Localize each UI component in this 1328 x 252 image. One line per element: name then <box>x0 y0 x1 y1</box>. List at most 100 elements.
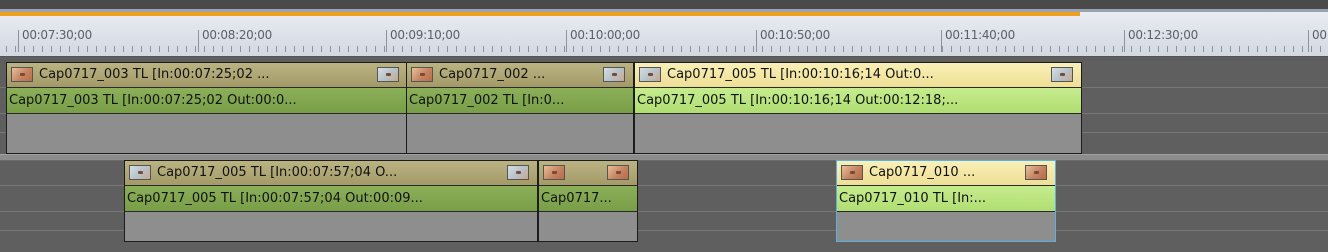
ruler-minor-tick <box>573 46 574 52</box>
clip-audio-strip <box>635 114 1081 153</box>
ruler-minor-tick <box>249 46 250 52</box>
ruler-minor-tick <box>825 46 826 52</box>
ruler-minor-tick <box>1275 46 1276 52</box>
ruler-minor-tick <box>591 46 592 52</box>
ruler-minor-tick <box>69 46 70 52</box>
clip-header[interactable]: Cap0717_005 TL [In:00:10:16;14 Out:0... <box>635 63 1081 88</box>
ruler-minor-tick <box>510 46 511 52</box>
ruler-minor-tick <box>807 46 808 52</box>
ruler-minor-tick <box>357 46 358 52</box>
ruler-minor-tick <box>996 46 997 52</box>
ruler-minor-tick <box>582 46 583 52</box>
ruler-minor-tick <box>330 46 331 52</box>
ruler-minor-tick <box>744 46 745 52</box>
ruler-minor-tick <box>60 46 61 52</box>
ruler-minor-tick <box>1266 46 1267 52</box>
ruler-minor-tick <box>1230 46 1231 52</box>
ruler-minor-tick <box>195 46 196 52</box>
ruler-minor-tick <box>366 46 367 52</box>
ruler-minor-tick <box>474 46 475 52</box>
ruler-minor-tick <box>1122 46 1123 52</box>
ruler-minor-tick <box>816 46 817 52</box>
clip-title: Cap0717_003 TL [In:00:07:25;02 ... <box>39 67 270 82</box>
ruler-minor-tick <box>213 46 214 52</box>
ruler-major-tick <box>18 30 19 52</box>
ruler-minor-tick <box>753 46 754 52</box>
ruler-minor-tick <box>1158 46 1159 52</box>
ruler-minor-tick <box>546 46 547 52</box>
ruler-minor-tick <box>186 46 187 52</box>
clip-body[interactable]: Cap0717_005 TL [In:00:10:16;14 Out:00:12… <box>635 88 1081 114</box>
ruler-major-tick <box>756 30 757 52</box>
ruler-minor-tick <box>1032 46 1033 52</box>
ruler-minor-tick <box>942 46 943 52</box>
ruler-minor-tick <box>789 46 790 52</box>
render-progress-bar <box>0 12 1080 16</box>
ruler-minor-tick <box>645 46 646 52</box>
ruler-minor-tick <box>393 46 394 52</box>
clip-body[interactable]: Cap0717_010 TL [In:... <box>837 186 1055 212</box>
ruler-minor-tick <box>672 46 673 52</box>
ruler-minor-tick <box>834 46 835 52</box>
clip-title: Cap0717_005 TL [In:00:07:57;04 O... <box>157 165 398 180</box>
ruler-minor-tick <box>519 46 520 52</box>
timeline-clip[interactable]: Cap0717_010 ... Cap0717_010 TL [In:... <box>836 160 1056 242</box>
ruler-minor-tick <box>384 46 385 52</box>
ruler-minor-tick <box>1014 46 1015 52</box>
clip-out-thumbnail-icon <box>603 67 625 82</box>
clip-out-thumbnail-icon <box>377 67 399 82</box>
ruler-minor-tick <box>114 46 115 52</box>
clip-body[interactable]: Cap0717_002 TL [In:0... <box>407 88 633 114</box>
clip-audio-strip <box>407 114 633 153</box>
ruler-minor-tick <box>375 46 376 52</box>
ruler-minor-tick <box>1194 46 1195 52</box>
clip-header[interactable]: Cap0717_005 TL [In:00:07:57;04 O... <box>125 161 537 186</box>
ruler-minor-tick <box>717 46 718 52</box>
clip-title: Cap0717_005 TL [In:00:10:16;14 Out:0... <box>667 67 934 82</box>
ruler-minor-tick <box>231 46 232 52</box>
ruler-timecode: 00 <box>1312 28 1327 42</box>
clip-out-thumbnail-icon <box>607 165 629 180</box>
clip-header[interactable]: Cap0717_010 ... <box>837 161 1055 186</box>
ruler-major-tick <box>1124 30 1125 52</box>
clip-header[interactable]: Cap0717_002 ... <box>407 63 633 88</box>
ruler-minor-tick <box>1293 46 1294 52</box>
clip-header[interactable]: Cap0717_003 TL [In:00:07:25;02 ... <box>7 63 407 88</box>
timeline-clip[interactable]: Cap0717_005 TL [In:00:10:16;14 Out:0... C… <box>634 62 1082 154</box>
clip-header[interactable] <box>539 161 637 186</box>
ruler-timecode: 00:11:40;00 <box>945 28 1015 42</box>
ruler-timecode: 00:10:00;00 <box>570 28 640 42</box>
ruler-minor-tick <box>456 46 457 52</box>
ruler-minor-tick <box>1257 46 1258 52</box>
timeline-clip[interactable]: Cap0717_005 TL [In:00:07:57;04 O... Cap07… <box>124 160 538 242</box>
clip-in-thumbnail-icon <box>129 165 151 180</box>
ruler-minor-tick <box>321 46 322 52</box>
ruler-minor-tick <box>402 46 403 52</box>
ruler-minor-tick <box>861 46 862 52</box>
timeline-clip[interactable]: Cap0717_003 TL [In:00:07:25;02 ... Cap071… <box>6 62 408 154</box>
ruler-minor-tick <box>618 46 619 52</box>
clip-title: Cap0717_002 ... <box>439 67 546 82</box>
clip-body[interactable]: Cap0717... <box>539 186 637 212</box>
clip-info: Cap0717_005 TL [In:00:10:16;14 Out:00:12… <box>637 93 959 108</box>
ruler-minor-tick <box>1050 46 1051 52</box>
clip-title: Cap0717_010 ... <box>869 165 976 180</box>
clip-body[interactable]: Cap0717_003 TL [In:00:07:25;02 Out:00:0.… <box>7 88 407 114</box>
clip-out-thumbnail-icon <box>1051 67 1073 82</box>
timeline-clip[interactable]: Cap0717_002 ... Cap0717_002 TL [In:0... <box>406 62 634 154</box>
time-ruler[interactable]: 00:07:30;00 00:08:20;00 00:09:10;00 00:10:0… <box>0 0 1328 57</box>
ruler-timecode: 00:07:30;00 <box>22 28 92 42</box>
ruler-minor-tick <box>780 46 781 52</box>
ruler-minor-tick <box>87 46 88 52</box>
ruler-minor-tick <box>1284 46 1285 52</box>
ruler-minor-tick <box>276 46 277 52</box>
clip-body[interactable]: Cap0717_005 TL [In:00:07:57;04 Out:00:09… <box>125 186 537 212</box>
ruler-minor-tick <box>1311 46 1312 52</box>
ruler-minor-tick <box>24 46 25 52</box>
ruler-minor-tick <box>870 46 871 52</box>
ruler-minor-tick <box>303 46 304 52</box>
ruler-minor-tick <box>699 46 700 52</box>
timeline-clip[interactable]: Cap0717... <box>538 160 638 242</box>
ruler-minor-tick <box>600 46 601 52</box>
ruler-minor-tick <box>150 46 151 52</box>
